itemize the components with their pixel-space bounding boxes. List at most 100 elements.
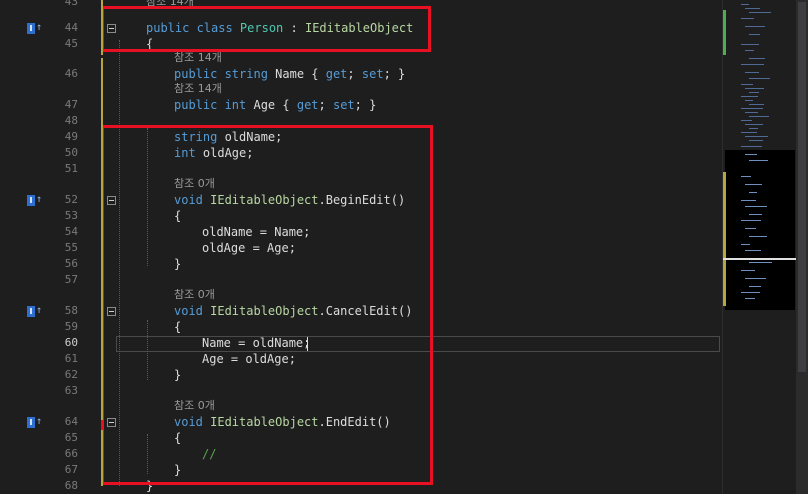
minimap-code-line bbox=[749, 104, 764, 105]
minimap-code-line bbox=[749, 160, 768, 161]
collapse-region-icon[interactable] bbox=[107, 307, 116, 316]
codelens-references[interactable]: 참조 14개 bbox=[174, 51, 222, 65]
line-number: 50 bbox=[64, 146, 78, 159]
minimap-code-line bbox=[741, 108, 763, 109]
minimap-code-line bbox=[741, 84, 753, 85]
line-number: 56 bbox=[64, 257, 78, 270]
minimap-code-line bbox=[745, 100, 753, 101]
minimap-code-line bbox=[741, 292, 760, 293]
minimap-code-line bbox=[749, 236, 767, 237]
collapse-region-icon[interactable] bbox=[107, 24, 116, 33]
minimap-code-line bbox=[749, 116, 769, 117]
minimap-code-line bbox=[745, 206, 767, 207]
minimap-code-line bbox=[749, 12, 771, 13]
collapse-region-icon[interactable] bbox=[107, 196, 116, 205]
minimap-code-line bbox=[749, 286, 761, 287]
code-token: set bbox=[332, 98, 355, 112]
code-token: ; bbox=[318, 98, 333, 112]
minimap-code-line bbox=[741, 96, 758, 97]
minimap-code-line bbox=[745, 72, 759, 73]
minimap-code-line bbox=[745, 154, 757, 155]
minimap-code-line bbox=[749, 214, 762, 215]
line-number: 58 bbox=[64, 304, 78, 317]
line-number: 51 bbox=[64, 162, 78, 175]
minimap-code-line bbox=[741, 220, 761, 221]
minimap-code-line bbox=[741, 120, 752, 121]
codelens-references[interactable]: 참조 14개 bbox=[174, 82, 222, 96]
change-tracking-bar bbox=[101, 0, 103, 55]
line-number: 60 bbox=[64, 336, 78, 349]
code-token: Age { bbox=[253, 98, 297, 112]
minimap-code-line bbox=[741, 64, 764, 65]
minimap-code-line bbox=[745, 26, 765, 27]
minimap-change-marker bbox=[723, 10, 726, 55]
code-line[interactable]: public int Age { get; set; } bbox=[174, 97, 376, 113]
line-number: 49 bbox=[64, 130, 78, 143]
minimap-code-line bbox=[745, 50, 754, 51]
minimap-code-line bbox=[749, 140, 763, 141]
minimap-code-line bbox=[741, 244, 750, 245]
minimap-code-line bbox=[741, 132, 757, 133]
code-editor[interactable]: 43 44 45 46 47 48 49 50 51 52 53 54 55 56 57 58 59 60 61 62… bbox=[0, 0, 808, 494]
line-number: 57 bbox=[64, 273, 78, 286]
minimap-code-line bbox=[741, 176, 751, 177]
minimap-code-line bbox=[749, 192, 757, 193]
code-token: public string bbox=[174, 67, 276, 81]
code-token: public int bbox=[174, 98, 254, 112]
minimap-code-line bbox=[749, 262, 772, 263]
line-number: 62 bbox=[64, 368, 78, 381]
minimap-code-line bbox=[741, 200, 756, 201]
highlight-box-class-declaration bbox=[101, 6, 431, 52]
minimap-code-line bbox=[749, 92, 759, 93]
minimap-code-line bbox=[745, 112, 758, 113]
minimap-code-line bbox=[745, 250, 761, 251]
code-token: get bbox=[296, 98, 319, 112]
implements-interface-icon[interactable]: I ↑ bbox=[27, 194, 43, 206]
implements-interface-icon[interactable]: I ↑ bbox=[27, 416, 43, 428]
line-number: 46 bbox=[64, 67, 78, 80]
line-number: 53 bbox=[64, 209, 78, 222]
code-token: Name { bbox=[275, 67, 326, 81]
collapse-region-icon[interactable] bbox=[107, 418, 116, 427]
line-number: 68 bbox=[64, 479, 78, 492]
line-number: 64 bbox=[64, 415, 78, 428]
minimap-code-line bbox=[745, 8, 760, 9]
minimap-code-line bbox=[745, 88, 764, 89]
indent-guide bbox=[119, 40, 120, 486]
minimap-code-line bbox=[745, 278, 766, 279]
indent-guide bbox=[147, 320, 148, 380]
line-number: 55 bbox=[64, 241, 78, 254]
line-number: 44 bbox=[64, 21, 78, 34]
minimap-code-line bbox=[745, 228, 756, 229]
scrollbar-thumb[interactable] bbox=[798, 2, 806, 372]
minimap-code-line bbox=[741, 4, 749, 5]
line-number: 54 bbox=[64, 225, 78, 238]
implements-interface-icon[interactable]: I ↑ bbox=[27, 22, 43, 34]
line-number: 47 bbox=[64, 98, 78, 111]
minimap-code-line bbox=[745, 124, 763, 125]
indent-guide bbox=[147, 434, 148, 474]
minimap-code-line bbox=[749, 128, 758, 129]
code-token: ; bbox=[347, 67, 362, 81]
line-number: 61 bbox=[64, 352, 78, 365]
code-token: set bbox=[361, 67, 384, 81]
code-token: ; } bbox=[383, 67, 406, 81]
minimap-position-line bbox=[723, 258, 797, 260]
change-tracking-bar bbox=[101, 58, 103, 420]
minimap-code-line bbox=[749, 34, 760, 35]
vertical-scrollbar[interactable] bbox=[796, 0, 808, 494]
line-number: 45 bbox=[64, 37, 78, 50]
minimap[interactable] bbox=[722, 0, 797, 494]
code-line[interactable]: public string Name { get; set; } bbox=[174, 66, 405, 82]
minimap-code-line bbox=[749, 58, 765, 59]
line-number: 43 bbox=[64, 0, 78, 8]
code-token: ; } bbox=[354, 98, 377, 112]
line-number: 52 bbox=[64, 193, 78, 206]
line-number: 65 bbox=[64, 431, 78, 444]
minimap-change-marker bbox=[723, 172, 726, 306]
minimap-code-line bbox=[749, 78, 770, 79]
minimap-code-line bbox=[741, 18, 754, 19]
implements-interface-icon[interactable]: I ↑ bbox=[27, 305, 43, 317]
line-number: 59 bbox=[64, 320, 78, 333]
line-number: 48 bbox=[64, 114, 78, 127]
